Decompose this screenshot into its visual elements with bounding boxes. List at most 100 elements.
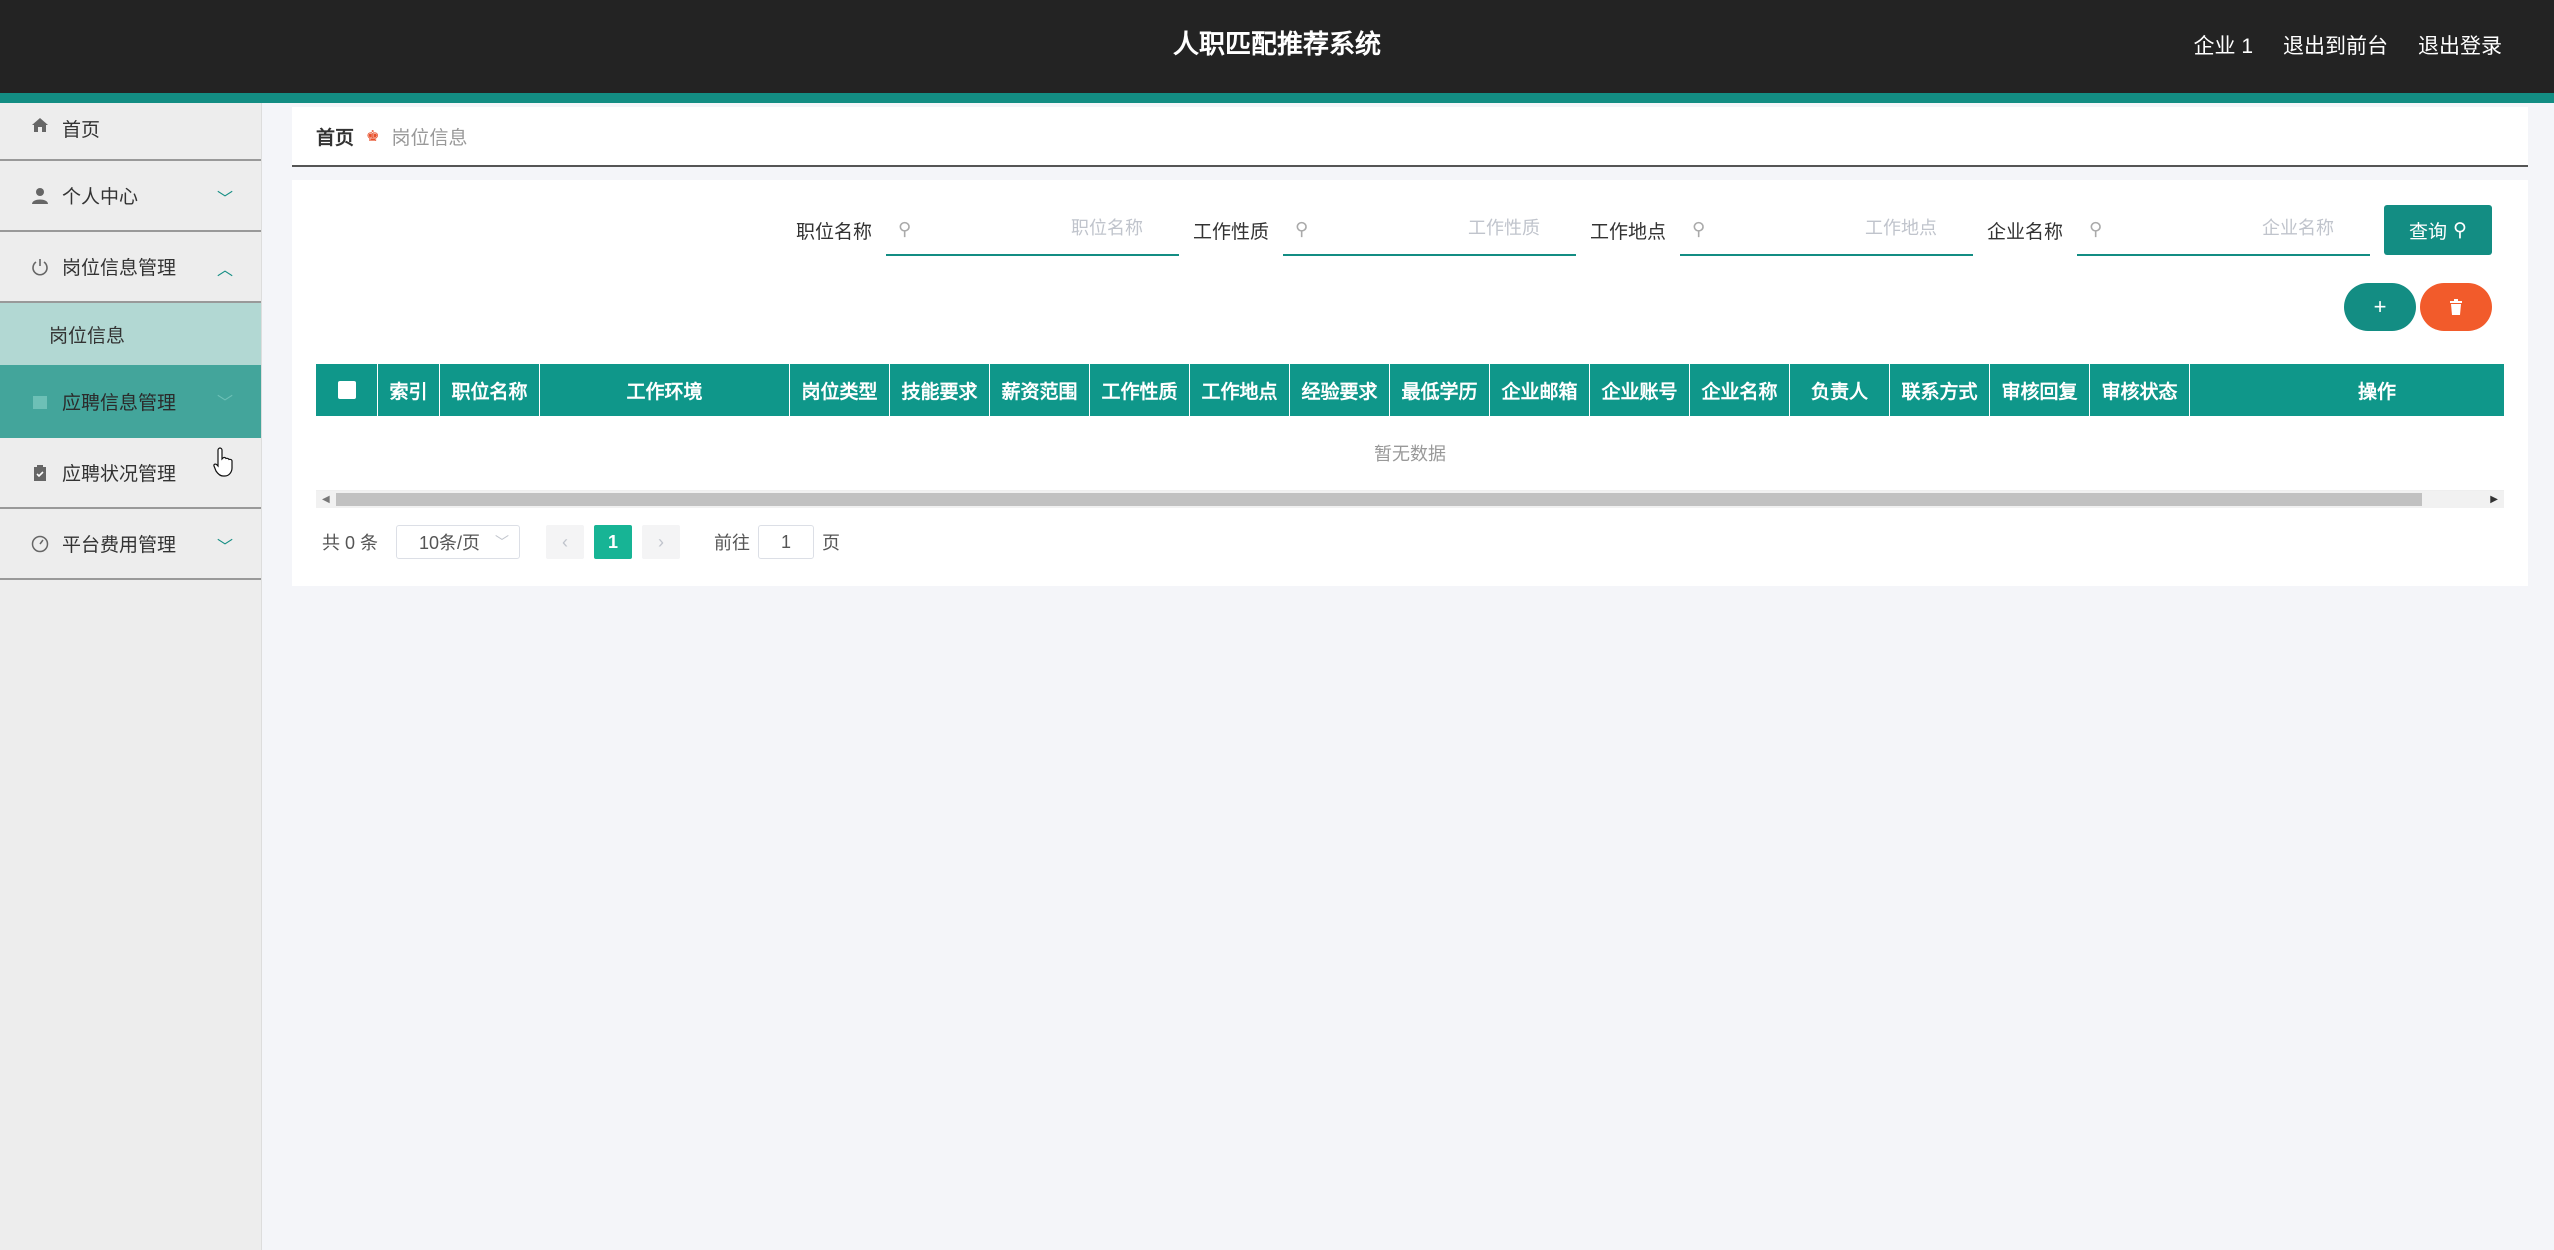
sidebar-item-label: 岗位信息管理 <box>62 258 177 279</box>
sidebar-item-home[interactable]: 首页 <box>0 103 261 161</box>
power-icon <box>30 257 50 277</box>
chevron-right-icon: › <box>658 531 665 552</box>
chevron-down-icon: ﹀ <box>216 539 233 556</box>
page-size-select[interactable]: 10条/页 ﹀ <box>396 525 521 559</box>
top-bar: 人职匹配推荐系统 企业 1 退出到前台 退出登录 <box>0 0 2554 93</box>
column-header: 企业邮箱 <box>1490 364 1590 416</box>
job-list-panel: 职位名称 ⚲ 工作性质 ⚲ 工作地点 ⚲ 企业名称 ⚲ 查询 ⚲ + <box>292 180 2528 586</box>
sidebar-item-label: 首页 <box>62 120 101 141</box>
job-table: 索引 职位名称 工作环境 岗位类型 技能要求 薪资范围 工作性质 工作地点 经验… <box>316 364 2504 508</box>
column-header: 负责人 <box>1790 364 1890 416</box>
total-count: 共 0 条 <box>322 533 379 553</box>
pagination: 共 0 条 10条/页 ﹀ ‹ 1 › 前往 1 页 <box>322 525 840 559</box>
job-name-field: ⚲ <box>885 204 1179 256</box>
scroll-right-icon[interactable]: ▶ <box>2490 494 2498 505</box>
column-header: 最低学历 <box>1390 364 1490 416</box>
work-location-field: ⚲ <box>1679 204 1973 256</box>
company-name-input[interactable] <box>2134 204 2334 252</box>
table-header: 索引 职位名称 工作环境 岗位类型 技能要求 薪资范围 工作性质 工作地点 经验… <box>316 364 2504 416</box>
column-header: 技能要求 <box>890 364 990 416</box>
job-name-input[interactable] <box>942 204 1143 252</box>
column-header: 企业账号 <box>1590 364 1690 416</box>
next-page-button[interactable]: › <box>642 525 681 559</box>
search-label-job-name: 职位名称 <box>795 221 872 243</box>
gauge-icon <box>30 534 50 554</box>
sidebar-item-label: 应聘状况管理 <box>62 464 177 485</box>
trash-icon <box>2450 299 2462 315</box>
sidebar-item-application-management[interactable]: 应聘信息管理 ﹀ <box>0 365 261 438</box>
column-header: 职位名称 <box>440 364 540 416</box>
logout-link[interactable]: 退出登录 <box>2418 30 2502 60</box>
search-icon: ⚲ <box>2089 219 2103 239</box>
search-icon: ⚲ <box>1294 219 1309 239</box>
work-nature-field: ⚲ <box>1282 204 1576 256</box>
breadcrumb: 首页 ♚ 岗位信息 <box>292 107 2528 167</box>
chevron-down-icon: ﹀ <box>216 395 233 412</box>
home-icon <box>30 115 50 135</box>
column-header: 审核状态 <box>2090 364 2190 416</box>
calendar-icon <box>30 392 50 412</box>
sidebar: 首页 个人中心 ﹀ 岗位信息管理 ︿ 岗位信息 应聘信息管理 ﹀ 应聘状况管理 … <box>0 103 262 1250</box>
work-location-input[interactable] <box>1736 204 1937 252</box>
sidebar-item-label: 个人中心 <box>62 187 139 208</box>
prev-page-button[interactable]: ‹ <box>546 525 585 559</box>
scrollbar-thumb[interactable] <box>336 493 2422 506</box>
back-to-front-link[interactable]: 退出到前台 <box>2283 30 2388 60</box>
column-header: 联系方式 <box>1890 364 1990 416</box>
goto-label: 前往 <box>714 533 751 553</box>
column-header: 岗位类型 <box>790 364 890 416</box>
plus-icon: + <box>2373 294 2387 319</box>
page-suffix: 页 <box>822 533 841 553</box>
chevron-up-icon: ︿ <box>216 262 233 279</box>
breadcrumb-separator-icon: ♚ <box>366 128 380 145</box>
select-all-cell <box>316 364 378 416</box>
column-header: 薪资范围 <box>990 364 1090 416</box>
hand-cursor-icon <box>213 447 233 477</box>
query-button[interactable]: 查询 ⚲ <box>2384 205 2492 255</box>
goto-page-input[interactable]: 1 <box>758 525 815 559</box>
page-size-value: 10条/页 <box>419 533 481 553</box>
search-icon: ⚲ <box>2453 219 2467 241</box>
breadcrumb-current: 岗位信息 <box>391 127 468 149</box>
user-icon <box>30 186 50 206</box>
chevron-down-icon: ﹀ <box>495 534 510 550</box>
column-header: 索引 <box>378 364 440 416</box>
query-button-label: 查询 <box>2409 221 2448 243</box>
sidebar-item-job-management[interactable]: 岗位信息管理 ︿ <box>0 232 261 303</box>
sidebar-subitem-job-info[interactable]: 岗位信息 <box>0 303 261 365</box>
search-label-work-location: 工作地点 <box>1589 221 1666 243</box>
clipboard-icon <box>30 463 50 483</box>
search-label-work-nature: 工作性质 <box>1192 221 1269 243</box>
top-links: 企业 1 退出到前台 退出登录 <box>2193 30 2502 60</box>
empty-table-message: 暂无数据 <box>316 416 2504 491</box>
work-nature-input[interactable] <box>1339 204 1540 252</box>
column-header: 工作环境 <box>540 364 790 416</box>
column-header: 操作 <box>2357 381 2396 403</box>
company-name-field: ⚲ <box>2077 204 2370 256</box>
breadcrumb-home[interactable]: 首页 <box>316 123 354 150</box>
search-icon: ⚲ <box>1691 219 1706 239</box>
page-number-current[interactable]: 1 <box>594 525 633 559</box>
sidebar-item-label: 应聘信息管理 <box>62 393 177 414</box>
search-label-company-name: 企业名称 <box>1986 221 2063 243</box>
column-header: 工作地点 <box>1190 364 1290 416</box>
add-button[interactable]: + <box>2344 283 2416 331</box>
search-bar: 职位名称 ⚲ 工作性质 ⚲ 工作地点 ⚲ 企业名称 ⚲ 查询 ⚲ <box>796 204 2492 256</box>
select-all-checkbox[interactable] <box>337 381 356 399</box>
search-icon: ⚲ <box>897 219 912 239</box>
column-header: 企业名称 <box>1690 364 1790 416</box>
sidebar-item-personal-center[interactable]: 个人中心 ﹀ <box>0 161 261 232</box>
chevron-down-icon: ﹀ <box>216 191 233 208</box>
column-header: 经验要求 <box>1290 364 1390 416</box>
app-title: 人职匹配推荐系统 <box>1172 29 1381 59</box>
header-accent-stripe <box>0 93 2554 103</box>
chevron-left-icon: ‹ <box>562 531 569 552</box>
delete-button[interactable] <box>2420 283 2492 331</box>
scroll-left-icon[interactable]: ◀ <box>322 494 330 505</box>
sidebar-item-platform-fees[interactable]: 平台费用管理 ﹀ <box>0 509 261 580</box>
column-header: 工作性质 <box>1090 364 1190 416</box>
horizontal-scrollbar[interactable]: ◀ ▶ <box>316 491 2504 508</box>
sidebar-item-label: 平台费用管理 <box>62 535 177 556</box>
account-link[interactable]: 企业 1 <box>2193 30 2253 60</box>
column-header: 审核回复 <box>1990 364 2090 416</box>
